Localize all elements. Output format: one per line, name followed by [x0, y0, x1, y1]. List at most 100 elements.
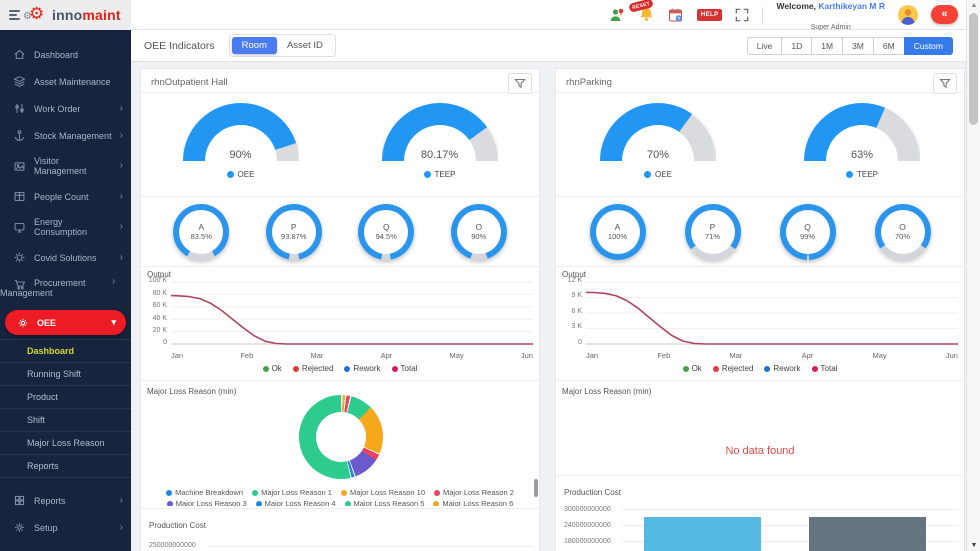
output-line-chart	[586, 281, 958, 345]
sidebar-item-reports[interactable]: Reports ›	[0, 487, 131, 514]
chevron-right-icon: ›	[119, 221, 123, 232]
range-1d-button[interactable]: 1D	[781, 36, 813, 55]
user-name: Karthikeyan M R	[818, 0, 885, 11]
sidebar-subitem-product[interactable]: Product	[0, 385, 131, 408]
gauge-value: 70%	[646, 149, 670, 161]
gear-icon	[15, 523, 24, 532]
sidebar-item-work-order[interactable]: Work Order ›	[0, 95, 131, 122]
view-toggle: Room Asset ID	[228, 34, 336, 57]
chevron-right-icon: ›	[119, 521, 123, 533]
range-1m-button[interactable]: 1M	[811, 36, 844, 55]
gear-icon	[18, 318, 28, 327]
sidebar-item-procurement-management[interactable]: Procurement Management ›	[0, 271, 131, 305]
page-title: OEE Indicators	[144, 39, 215, 52]
sidebar-item-stock-management[interactable]: Stock Management ›	[0, 122, 131, 149]
oee-gauge: 70% OEE	[556, 93, 760, 196]
gauge-value: 90%	[229, 149, 252, 161]
panel-scrollbar-thumb[interactable]	[534, 479, 538, 497]
panel-title: rhnOutpatient Hall	[151, 77, 228, 88]
sidebar-item-visitor-management[interactable]: Visitor Management ›	[0, 149, 131, 183]
sidebar-subitem-shift[interactable]: Shift	[0, 408, 131, 431]
major-loss-section: Major Loss Reason (min) No data found	[556, 381, 964, 476]
user-location-icon[interactable]	[609, 7, 625, 23]
range-3m-button[interactable]: 3M	[842, 36, 874, 55]
window-icon	[14, 191, 25, 202]
production-bar	[809, 517, 926, 551]
sidebar-item-dashboard[interactable]: Dashboard	[0, 41, 131, 68]
sidebar-item-asset-maintenance[interactable]: Asset Maintenance	[0, 68, 131, 95]
range-6m-button[interactable]: 6M	[872, 36, 905, 55]
loss-legend: Machine Breakdown Major Loss Reason 1 Ma…	[141, 487, 539, 506]
sidebar-collapse-button[interactable]: «	[931, 5, 958, 24]
grid-icon	[14, 495, 25, 506]
no-data-message: No data found	[725, 445, 795, 457]
sidebar-item-covid-solutions[interactable]: Covid Solutions ›	[0, 244, 131, 271]
gauge-label: OEE	[237, 170, 255, 179]
sidebar-item-support[interactable]: Support ›	[0, 541, 131, 551]
help-badge[interactable]: HELP	[696, 8, 723, 21]
toggle-room-button[interactable]: Room	[231, 37, 277, 54]
production-cost-section: Production Cost 300000000000 24000000000…	[556, 476, 964, 551]
oee-ring: O 90%	[450, 203, 507, 260]
panel-title: rhnParking	[566, 77, 612, 88]
gauge-value: 80.17%	[420, 149, 459, 161]
user-role: Super Admin	[810, 23, 851, 31]
scroll-up-arrow[interactable]: ▲	[967, 2, 980, 9]
gauge-label: TEEP	[857, 170, 878, 179]
output-chart-section: Output 12 K 9 K 6 K 3 K 0 Jan Feb Mar Apr …	[556, 267, 964, 381]
scroll-down-arrow[interactable]: ▼	[967, 542, 980, 549]
sidebar-item-energy-consumption[interactable]: Energy Consumption ›	[0, 210, 131, 244]
production-cost-section: Production Cost 250000000000	[141, 509, 539, 551]
range-live-button[interactable]: Live	[746, 36, 783, 55]
funnel-icon	[939, 78, 951, 88]
scrollbar-thumb[interactable]	[969, 13, 978, 125]
sidebar-subitem-oee-reports[interactable]: Reports	[0, 454, 131, 478]
chart-title: Production Cost	[149, 521, 206, 530]
sidebar-subitem-running-shift[interactable]: Running Shift	[0, 362, 131, 385]
sidebar: Dashboard Asset Maintenance Work Order ›…	[0, 30, 131, 551]
chevron-right-icon: ›	[119, 129, 123, 141]
availability-ring: A 100%	[589, 203, 646, 260]
legend-dot	[846, 171, 854, 178]
legend-dot	[423, 171, 431, 178]
sidebar-subitem-oee-dashboard[interactable]: Dashboard	[0, 339, 131, 362]
chevron-right-icon: ›	[119, 251, 123, 263]
calendar-icon[interactable]	[668, 7, 684, 23]
sidebar-item-people-count[interactable]: People Count ›	[0, 183, 131, 210]
legend-dot	[644, 171, 652, 178]
notifications-bell-icon[interactable]: RESET	[628, 0, 655, 23]
output-legend: Ok Rejected Rework Total	[556, 364, 964, 373]
chart-title: Major Loss Reason (min)	[562, 387, 652, 396]
sidebar-subitem-major-loss-reason[interactable]: Major Loss Reason	[0, 431, 131, 454]
range-custom-button[interactable]: Custom	[903, 36, 953, 55]
oee-submenu: Dashboard Running Shift Product Shift Ma…	[0, 339, 131, 478]
chart-title: Major Loss Reason (min)	[147, 387, 237, 396]
major-loss-section: Major Loss Reason (min) Machine Breakdow…	[141, 381, 539, 509]
filter-button[interactable]	[508, 73, 532, 94]
home-icon	[14, 49, 25, 60]
menu-toggle-icon[interactable]	[9, 9, 20, 20]
toggle-asset-id-button[interactable]: Asset ID	[277, 37, 333, 54]
fullscreen-icon[interactable]	[735, 8, 749, 22]
production-bar	[644, 517, 761, 551]
page-scrollbar[interactable]: ▲ ▼	[966, 0, 980, 551]
filter-button[interactable]	[933, 73, 957, 94]
sidebar-item-setup[interactable]: Setup ›	[0, 514, 131, 541]
gauge-label: TEEP	[434, 170, 456, 179]
oee-gauge: 90% OEE	[141, 93, 340, 196]
output-line	[171, 294, 533, 345]
sidebar-group-oee[interactable]: OEE ▾	[5, 310, 126, 335]
quality-ring: Q 99%	[779, 203, 836, 260]
panel-outpatient-hall: rhnOutpatient Hall 90% OEE 80.17% TEEP A…	[140, 68, 540, 551]
output-chart-section: Output 100 K 80 K 60 K 40 K 20 K 0 Jan Fe…	[141, 267, 539, 381]
chevron-right-icon: ›	[119, 494, 123, 506]
virus-icon	[14, 252, 25, 263]
layers-icon	[13, 76, 26, 87]
performance-ring: P 93.87%	[265, 203, 322, 260]
legend-dot	[226, 171, 234, 178]
brand-zone: ⚙ ⚙ innomaint	[0, 0, 131, 30]
avatar[interactable]	[898, 4, 918, 25]
panel-parking: rhnParking 70% OEE 63% TEEP A 100% P 71% Q…	[555, 68, 965, 551]
chevron-right-icon: ›	[119, 190, 123, 202]
performance-ring: P 71%	[684, 203, 741, 260]
